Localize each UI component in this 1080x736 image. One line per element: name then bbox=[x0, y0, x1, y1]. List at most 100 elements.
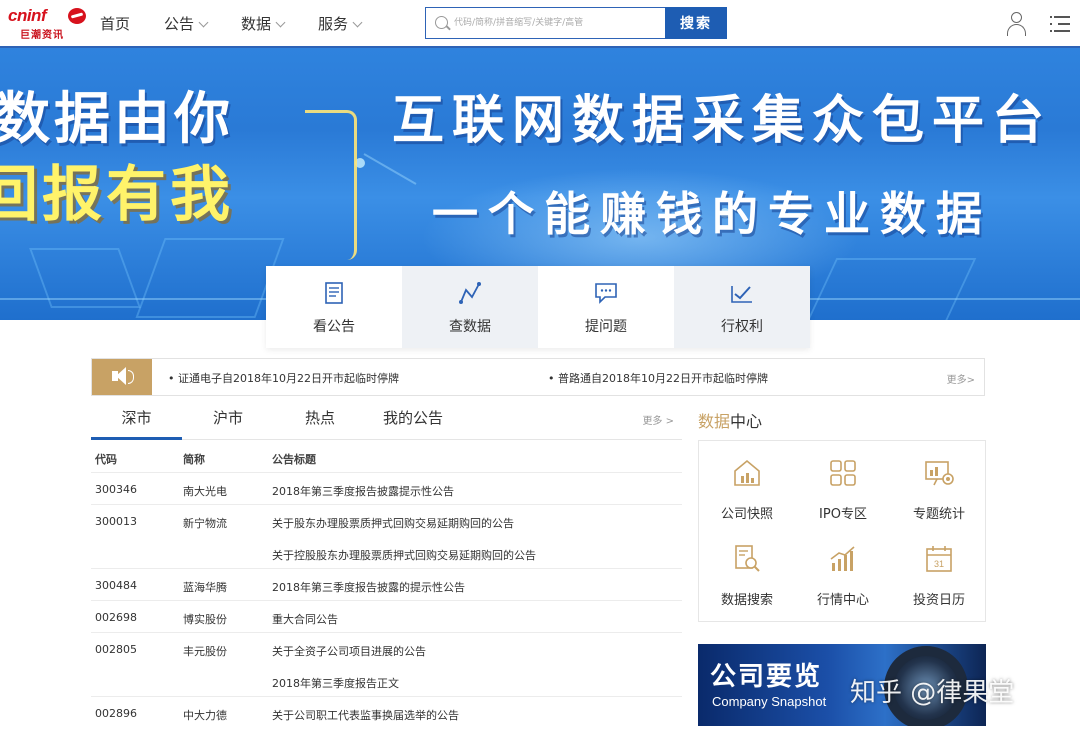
dc-label: 专题统计 bbox=[912, 507, 965, 522]
data-center-title-rest: 中心 bbox=[730, 412, 763, 431]
search-box: 搜索 bbox=[425, 7, 727, 39]
dc-label: 数据搜索 bbox=[720, 593, 773, 608]
header-name: 简称 bbox=[183, 453, 205, 466]
top-header: cninf 巨潮资讯 首页 公告 数据 服务 搜索 bbox=[0, 0, 1080, 48]
dc-topic-statistics[interactable]: 专题统计 bbox=[891, 441, 987, 527]
table-row[interactable]: 002698 博实股份 重大合同公告 bbox=[91, 601, 682, 633]
table-header-row: 代码 简称 公告标题 bbox=[91, 441, 682, 473]
search-input[interactable] bbox=[454, 12, 664, 34]
user-icon[interactable] bbox=[1006, 10, 1028, 36]
dc-data-search[interactable]: 数据搜索 bbox=[699, 527, 795, 613]
row-title[interactable]: 2018年第三季度报告披露提示性公告 bbox=[272, 483, 454, 499]
document-search-icon bbox=[735, 545, 760, 572]
chevron-down-icon bbox=[275, 17, 286, 27]
table-row[interactable]: 300346 南大光电 2018年第三季度报告披露提示性公告 bbox=[91, 473, 682, 505]
table-row[interactable]: 002805 丰元股份 关于全资子公司项目进展的公告 bbox=[91, 633, 682, 665]
banner-circuit-line bbox=[363, 153, 417, 185]
search-icon bbox=[435, 16, 448, 29]
tab-shenzhen[interactable]: 深市 bbox=[91, 398, 182, 440]
row-title[interactable]: 重大合同公告 bbox=[272, 611, 338, 627]
chart-line-icon bbox=[459, 282, 481, 304]
row-title[interactable]: 2018年第三季度报告正文 bbox=[272, 675, 399, 691]
table-row[interactable]: 002896 中大力德 关于公司职工代表监事换届选举的公告 bbox=[91, 697, 682, 729]
nav-announcements-label: 公告 bbox=[164, 15, 195, 33]
tile-ask-question[interactable]: 提问题 bbox=[538, 266, 674, 348]
row-title[interactable]: 关于控股股东办理股票质押式回购交易延期购回的公告 bbox=[272, 547, 536, 563]
row-title[interactable]: 2018年第三季度报告披露的提示性公告 bbox=[272, 579, 465, 595]
tile-view-announcements[interactable]: 看公告 bbox=[266, 266, 402, 348]
nav-services-label: 服务 bbox=[318, 15, 349, 33]
ad-subtitle: Company Snapshot bbox=[712, 694, 827, 709]
dc-ipo-zone[interactable]: IPO专区 bbox=[795, 441, 891, 527]
nav-data[interactable]: 数据 bbox=[241, 0, 286, 48]
table-row[interactable]: 2018年第三季度报告正文 bbox=[91, 665, 682, 697]
house-chart-icon bbox=[734, 459, 760, 486]
table-row[interactable]: 300013 新宁物流 关于股东办理股票质押式回购交易延期购回的公告 bbox=[91, 505, 682, 537]
logo-subtitle: 巨潮资讯 bbox=[20, 30, 64, 41]
menu-icon[interactable] bbox=[1050, 14, 1072, 34]
quick-access-tiles: 看公告 查数据 提问题 行权利 bbox=[266, 266, 810, 348]
tab-my-announcements[interactable]: 我的公告 bbox=[367, 398, 459, 440]
document-icon bbox=[325, 282, 343, 304]
dc-label: IPO专区 bbox=[819, 507, 867, 522]
tab-shanghai[interactable]: 沪市 bbox=[183, 398, 273, 440]
dc-investment-calendar[interactable]: 31 投资日历 bbox=[891, 527, 987, 613]
speaker-icon bbox=[92, 359, 152, 395]
search-button[interactable]: 搜索 bbox=[665, 7, 727, 39]
row-name[interactable]: 博实股份 bbox=[183, 611, 227, 627]
tile-label: 看公告 bbox=[313, 319, 355, 335]
dc-label: 投资日历 bbox=[912, 593, 965, 608]
check-chart-icon bbox=[731, 286, 752, 303]
announcement-tabs: 深市 沪市 热点 我的公告 更多 > bbox=[91, 398, 682, 440]
row-name[interactable]: 南大光电 bbox=[183, 483, 227, 499]
row-title[interactable]: 关于股东办理股票质押式回购交易延期购回的公告 bbox=[272, 515, 514, 531]
tile-exercise-rights[interactable]: 行权利 bbox=[674, 266, 810, 348]
banner-right-line1: 互联网数据采集众包平台 bbox=[392, 91, 1053, 151]
row-title[interactable]: 关于公司职工代表监事换届选举的公告 bbox=[272, 707, 459, 723]
nav-services[interactable]: 服务 bbox=[318, 0, 363, 48]
data-center-title-highlight: 数据 bbox=[698, 412, 731, 431]
dc-market-center[interactable]: 行情中心 bbox=[795, 527, 891, 613]
main-nav: 首页 公告 数据 服务 bbox=[100, 0, 395, 48]
row-name[interactable]: 新宁物流 bbox=[183, 515, 227, 531]
dc-label: 行情中心 bbox=[816, 593, 869, 608]
header-title: 公告标题 bbox=[272, 453, 316, 466]
row-code: 002698 bbox=[95, 611, 137, 624]
ad-title: 公司要览 bbox=[710, 662, 823, 692]
dc-label: 公司快照 bbox=[720, 507, 773, 522]
row-code: 002896 bbox=[95, 707, 137, 720]
row-title[interactable]: 关于全资子公司项目进展的公告 bbox=[272, 643, 426, 659]
grid-icon bbox=[830, 460, 856, 486]
row-name[interactable]: 丰元股份 bbox=[183, 643, 227, 659]
notice-more-link[interactable]: 更多> bbox=[947, 371, 975, 386]
nav-announcements[interactable]: 公告 bbox=[164, 0, 209, 48]
nav-data-label: 数据 bbox=[241, 15, 272, 33]
banner-right-line2: 一个能赚钱的专业数据 bbox=[432, 187, 992, 241]
nav-home[interactable]: 首页 bbox=[100, 0, 130, 48]
notice-bar: • 证通电子自2018年10月22日开市起临时停牌 • 普路通自2018年10月… bbox=[91, 358, 985, 396]
banner-frame-decoration bbox=[305, 110, 357, 260]
data-center-title: 数据中心 bbox=[698, 408, 762, 432]
chevron-down-icon bbox=[352, 17, 363, 27]
chevron-down-icon bbox=[198, 17, 209, 27]
row-name[interactable]: 中大力德 bbox=[183, 707, 227, 723]
table-row[interactable]: 300484 蓝海华腾 2018年第三季度报告披露的提示性公告 bbox=[91, 569, 682, 601]
cninfo-logo[interactable]: cninf 巨潮资讯 bbox=[8, 6, 86, 41]
notice-item[interactable]: • 普路通自2018年10月22日开市起临时停牌 bbox=[548, 370, 768, 386]
tabs-more-link[interactable]: 更多 > bbox=[642, 412, 674, 427]
row-code: 300013 bbox=[95, 515, 137, 528]
banner-left-line2: 回报有我 bbox=[0, 160, 234, 230]
table-row[interactable]: 关于控股股东办理股票质押式回购交易延期购回的公告 bbox=[91, 537, 682, 569]
tab-hot[interactable]: 热点 bbox=[275, 398, 365, 440]
row-name[interactable]: 蓝海华腾 bbox=[183, 579, 227, 595]
announcement-table: 代码 简称 公告标题 300346 南大光电 2018年第三季度报告披露提示性公… bbox=[91, 441, 682, 729]
tile-query-data[interactable]: 查数据 bbox=[402, 266, 538, 348]
tile-label: 行权利 bbox=[721, 319, 763, 335]
banner-hex-decoration bbox=[135, 238, 285, 318]
dc-company-snapshot[interactable]: 公司快照 bbox=[699, 441, 795, 527]
calendar-icon: 31 bbox=[926, 546, 952, 572]
logo-swirl-icon bbox=[68, 8, 86, 24]
chat-icon bbox=[595, 283, 617, 304]
notice-item[interactable]: • 证通电子自2018年10月22日开市起临时停牌 bbox=[168, 370, 399, 386]
row-code: 300484 bbox=[95, 579, 137, 592]
